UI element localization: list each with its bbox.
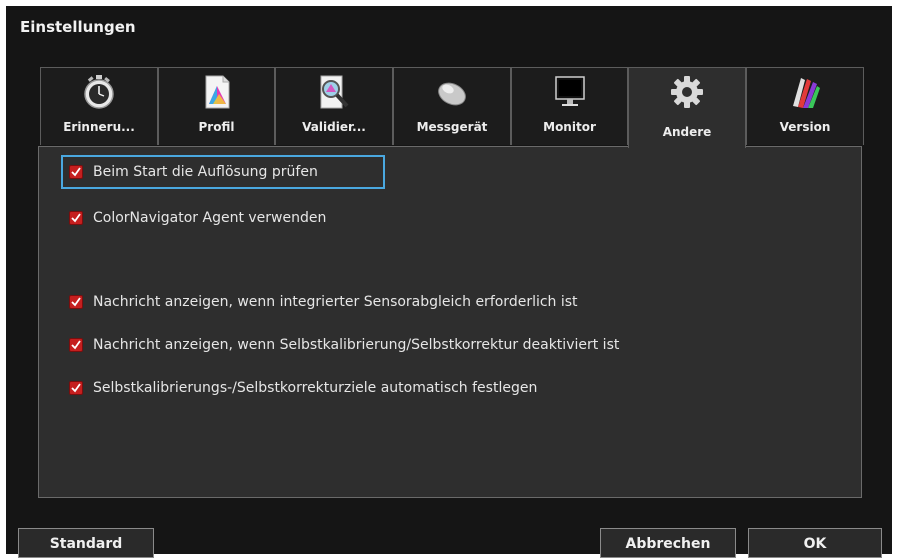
color-spectrum-icon — [793, 78, 820, 108]
checkbox-checked[interactable] — [69, 381, 83, 395]
tab-validierung[interactable]: Validier... — [275, 67, 393, 145]
option-label: ColorNavigator Agent verwenden — [93, 210, 327, 226]
checkbox-checked[interactable] — [69, 338, 83, 352]
window-title: Einstellungen — [20, 18, 136, 36]
option-label: Selbstkalibrierungs-/Selbstkorrekturziel… — [93, 380, 538, 396]
sensor-device-icon — [438, 82, 466, 106]
checkbox-checked[interactable] — [69, 211, 83, 225]
tab-andere[interactable]: Andere — [628, 67, 746, 148]
tab-bar: Erinneru... Profil Validier... Messgerät… — [40, 67, 864, 148]
tab-version[interactable]: Version — [746, 67, 864, 145]
cancel-button[interactable]: Abbrechen — [600, 528, 736, 558]
tab-profil[interactable]: Profil — [158, 67, 275, 145]
tab-label: Version — [779, 120, 831, 134]
option-label: Nachricht anzeigen, wenn Selbstkalibrier… — [93, 337, 620, 353]
tab-label: Profil — [198, 120, 235, 134]
settings-window: Einstellungen Erinneru... Profil Validie… — [6, 6, 892, 558]
tab-label: Andere — [662, 125, 712, 139]
option-label: Beim Start die Auflösung prüfen — [93, 164, 318, 180]
option-colornavigator-agent[interactable]: ColorNavigator Agent verwenden — [69, 206, 326, 230]
ok-button[interactable]: OK — [748, 528, 882, 558]
option-selfcal-disabled-message[interactable]: Nachricht anzeigen, wenn Selbstkalibrier… — [69, 333, 619, 357]
standard-button[interactable]: Standard — [18, 528, 154, 558]
monitor-icon — [554, 76, 585, 106]
tab-monitor[interactable]: Monitor — [511, 67, 628, 145]
magnifier-validation-icon — [320, 75, 349, 109]
stopwatch-icon — [84, 75, 114, 109]
color-profile-document-icon — [205, 75, 229, 109]
settings-panel-andere: Beim Start die Auflösung prüfen ColorNav… — [38, 146, 862, 498]
checkbox-checked[interactable] — [69, 165, 83, 179]
tab-erinnerung[interactable]: Erinneru... — [40, 67, 158, 145]
tab-label: Validier... — [302, 120, 366, 134]
tab-label: Erinneru... — [63, 120, 135, 134]
option-sensor-message[interactable]: Nachricht anzeigen, wenn integrierter Se… — [69, 290, 578, 314]
checkmark-icon — [71, 383, 81, 393]
checkbox-checked[interactable] — [69, 295, 83, 309]
option-label: Nachricht anzeigen, wenn integrierter Se… — [93, 294, 578, 310]
option-selfcal-auto-targets[interactable]: Selbstkalibrierungs-/Selbstkorrekturziel… — [69, 376, 537, 400]
option-check-resolution[interactable]: Beim Start die Auflösung prüfen — [69, 160, 318, 184]
checkmark-icon — [71, 297, 81, 307]
tab-label: Messgerät — [416, 120, 488, 134]
tab-messgeraet[interactable]: Messgerät — [393, 67, 511, 145]
checkmark-icon — [71, 340, 81, 350]
gear-icon — [671, 76, 703, 108]
checkmark-icon — [71, 213, 81, 223]
checkmark-icon — [71, 167, 81, 177]
tab-label: Monitor — [543, 120, 596, 134]
